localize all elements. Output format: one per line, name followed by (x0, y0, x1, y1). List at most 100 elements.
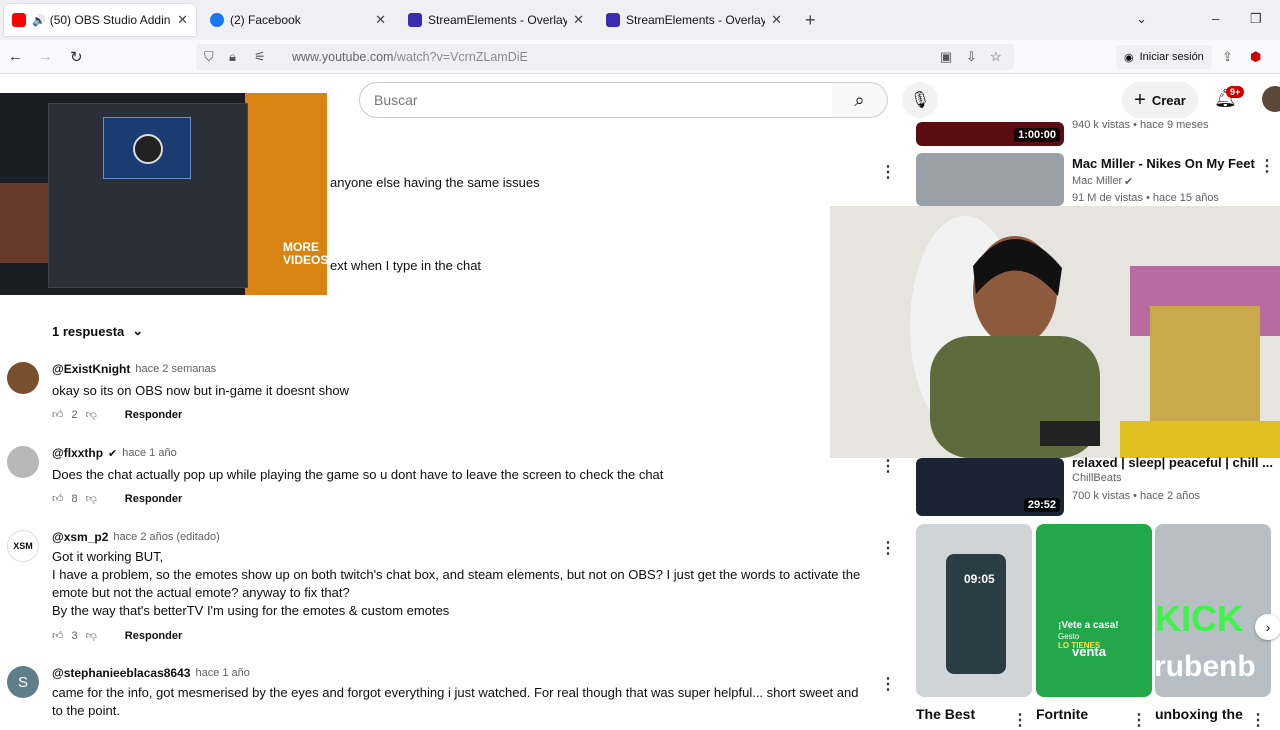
more-actions-icon[interactable]: ⋮ (1012, 710, 1028, 730)
more-actions-icon[interactable]: ⋮ (1259, 156, 1275, 176)
webcam-overlay (830, 206, 1280, 458)
short-handle: ib.rubenb (1155, 650, 1256, 683)
new-tab-icon[interactable]: + (805, 10, 816, 31)
back-icon[interactable]: ← (8, 48, 23, 65)
verified-icon: ✔ (1124, 176, 1134, 188)
more-actions-icon[interactable]: ⋮ (880, 456, 896, 476)
lock-icon[interactable]: 🔒︎ (229, 49, 236, 65)
close-tab-icon[interactable]: ✕ (375, 12, 386, 28)
like-icon[interactable]: 👍︎ (52, 408, 64, 421)
avatar[interactable]: S (7, 666, 39, 698)
tab-title: (2) Facebook (230, 13, 301, 27)
address-bar[interactable]: www.youtube.com/watch?v=VcrnZLamDiE (196, 44, 1014, 70)
notifications-badge: 9+ (1226, 86, 1245, 98)
kick-logo: KICK (1155, 598, 1243, 639)
more-actions-icon[interactable]: ⋮ (1131, 710, 1147, 730)
comment-text: came for the info, got mesmerised by the… (52, 685, 859, 718)
video-thumbnail[interactable]: 1:00:00 (916, 122, 1064, 146)
close-tab-icon[interactable]: ✕ (573, 12, 584, 28)
tab-title: StreamElements - Overlays (626, 13, 766, 27)
reply-button[interactable]: Responder (125, 630, 182, 642)
next-chevron-icon[interactable]: › (1255, 614, 1280, 640)
comment-text: Got it working BUT, I have a problem, so… (52, 549, 861, 618)
short-thumbnail[interactable]: ¡Vete a casa! Gesto LO TIENES venta (1036, 524, 1152, 697)
mini-video-overlay[interactable]: MORE VIDEOS (0, 93, 327, 295)
more-actions-icon[interactable]: ⋮ (880, 162, 896, 182)
dislike-icon[interactable]: 👎︎ (86, 492, 97, 505)
bookmark-star-icon[interactable]: ☆ (990, 49, 1002, 65)
comment-author[interactable]: @flxxthp (52, 446, 103, 460)
comment-time[interactable]: hace 1 año (122, 447, 176, 459)
browser-tab-streamelements-2[interactable]: StreamElements - Overlays ✕ (598, 4, 790, 36)
channel-name[interactable]: ChillBeats (1072, 472, 1122, 484)
avatar[interactable]: XSM (7, 530, 39, 562)
signin-label: Iniciar sesión (1139, 51, 1204, 63)
shield-icon[interactable]: ⛉ (204, 49, 214, 65)
reply-button[interactable]: Responder (125, 409, 182, 421)
comment-time[interactable]: hace 2 años (editado) (113, 531, 219, 543)
like-icon[interactable]: 👍︎ (52, 629, 64, 642)
dislike-icon[interactable]: 👎︎ (86, 408, 97, 421)
like-icon[interactable]: 👍︎ (52, 492, 64, 505)
comment-actions: 👍︎ 2 👎︎ Responder (52, 408, 182, 422)
tab-title: StreamElements - Overlays (428, 13, 568, 27)
browser-tab-facebook[interactable]: (2) Facebook ✕ (202, 4, 394, 36)
channel-name[interactable]: Mac Miller (1072, 175, 1122, 187)
picture-in-picture-icon[interactable]: ▣ (940, 49, 952, 65)
signin-button[interactable]: ◉ Iniciar sesión (1116, 45, 1212, 69)
extensions-icon[interactable]: ⇪ (1222, 49, 1233, 65)
short-thumbnail[interactable]: 09:05 (916, 524, 1032, 697)
browser-tab-streamelements-1[interactable]: StreamElements - Overlays ✕ (400, 4, 592, 36)
browser-tab-bar: 🔊 (50) OBS Studio Adding Tw ✕ (2) Facebo… (0, 0, 1280, 40)
video-thumbnail[interactable] (916, 153, 1064, 206)
url-host: www.youtube.com (292, 50, 394, 64)
browser-tab-youtube[interactable]: 🔊 (50) OBS Studio Adding Tw ✕ (4, 4, 196, 36)
search-placeholder: Buscar (374, 92, 418, 108)
streamer-webcam-thumb (0, 183, 48, 263)
more-actions-icon[interactable]: ⋮ (880, 674, 896, 694)
comment-time[interactable]: hace 2 semanas (135, 363, 216, 375)
comment-author[interactable]: @ExistKnight (52, 362, 130, 376)
comment-author[interactable]: @stephanieeblacas8643 (52, 666, 190, 680)
forward-icon[interactable]: → (38, 48, 53, 65)
close-tab-icon[interactable]: ✕ (177, 12, 188, 28)
more-actions-icon[interactable]: ⋮ (880, 538, 896, 558)
more-videos-label: MORE VIDEOS (283, 240, 327, 267)
chevron-down-icon: ⌄ (132, 323, 144, 338)
verified-icon: ✔ (108, 447, 118, 460)
restore-icon[interactable]: ❐ (1250, 11, 1262, 27)
comment-item: S @stephanieeblacas8643 hace 1 año came … (0, 666, 900, 720)
comment-time[interactable]: hace 1 año (195, 667, 249, 679)
short-thumbnail[interactable]: KICK ib.rubenb (1155, 524, 1271, 697)
profile-extension-icon[interactable]: ⬢ (1250, 49, 1261, 65)
microphone-icon: 🎙︎ (909, 92, 931, 109)
url-path: /watch?v=VcrnZLamDiE (393, 50, 528, 64)
search-button[interactable]: ⌕ (832, 82, 888, 118)
close-tab-icon[interactable]: ✕ (771, 12, 782, 28)
replies-toggle[interactable]: 1 respuesta ⌄ (52, 323, 143, 339)
search-input[interactable]: Buscar (359, 82, 833, 118)
voice-search-button[interactable]: 🎙︎ (902, 82, 938, 118)
video-thumbnail[interactable]: 29:52 (916, 458, 1064, 516)
minimize-icon[interactable]: – (1212, 11, 1219, 26)
webcam-scene (830, 206, 1280, 458)
tab-list-chevron-icon[interactable]: ⌄ (1136, 11, 1147, 27)
avatar[interactable] (7, 446, 39, 478)
permissions-icon[interactable]: ⚟ (254, 49, 266, 65)
comment-text: Does the chat actually pop up while play… (52, 467, 664, 482)
reload-icon[interactable]: ↻ (70, 48, 83, 66)
reply-button[interactable]: Responder (125, 493, 182, 505)
dislike-icon[interactable]: 👎︎ (86, 629, 97, 642)
video-title[interactable]: relaxed | sleep| peaceful | chill ... (1072, 455, 1273, 470)
create-button[interactable]: + Crear (1122, 82, 1198, 118)
save-icon[interactable]: ⇩ (966, 49, 977, 65)
avatar[interactable] (7, 362, 39, 394)
comment-item: @ExistKnight hace 2 semanas okay so its … (0, 362, 900, 432)
comment-author[interactable]: @xsm_p2 (52, 530, 108, 544)
comment-header: @ExistKnight hace 2 semanas (52, 362, 216, 376)
avatar[interactable] (1262, 86, 1280, 112)
video-title[interactable]: Mac Miller - Nikes On My Feet (1072, 156, 1255, 171)
comment-item: @flxxthp ✔ hace 1 año Does the chat actu… (0, 446, 900, 516)
more-actions-icon[interactable]: ⋮ (1250, 710, 1266, 730)
streamelements-icon (408, 13, 422, 27)
